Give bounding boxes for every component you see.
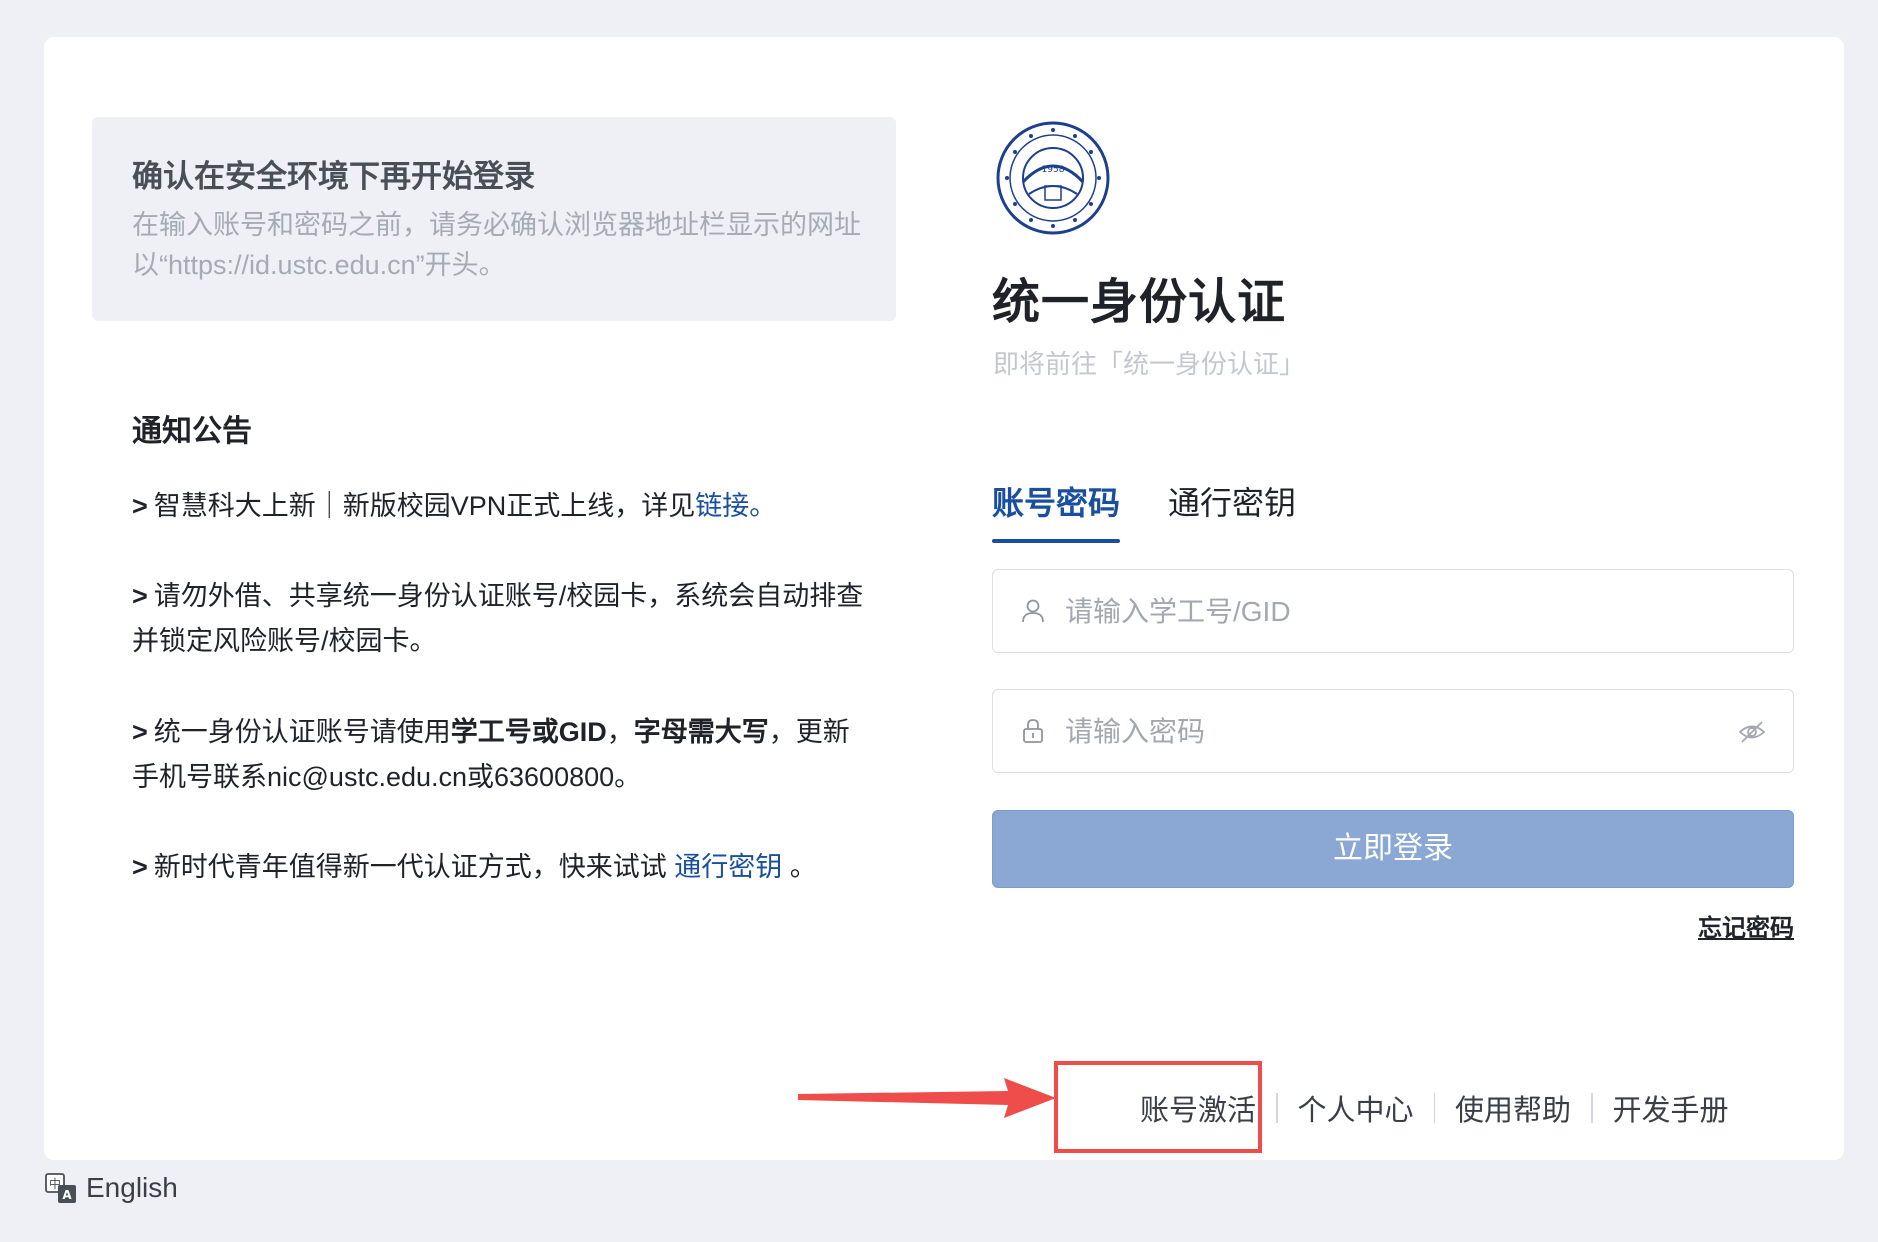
password-field[interactable] xyxy=(992,689,1794,774)
footer-link-developer-manual[interactable]: 开发手册 xyxy=(1593,1087,1749,1129)
seal-year: 1958 xyxy=(1042,165,1065,175)
notice-item-vpn: > 智慧科大上新｜新版校园VPN正式上线，详见链接。 xyxy=(132,484,872,529)
footer-link-help[interactable]: 使用帮助 xyxy=(1435,1087,1591,1129)
page-title: 统一身份认证 xyxy=(992,276,1287,329)
notice-text: 新时代青年值得新一代认证方式，快来试试 xyxy=(153,852,675,882)
notice-bold-text: 学工号或GID xyxy=(450,717,607,747)
footer-link-personal-center[interactable]: 个人中心 xyxy=(1278,1087,1434,1129)
security-notice-text: 在输入账号和密码之前，请务必确认浏览器地址栏显示的网址以“https://id.… xyxy=(132,210,861,280)
annotation-arrow-icon xyxy=(798,1078,1056,1118)
active-tab-indicator xyxy=(992,539,1120,543)
user-icon xyxy=(1022,599,1044,623)
notice-text: 。 xyxy=(782,852,817,882)
notice-bullet: > xyxy=(132,491,148,521)
notice-item-account-format: > 统一身份认证账号请使用学工号或GID，字母需大写，更新手机号联系nic@ust… xyxy=(132,710,872,800)
security-notice-title: 确认在安全环境下再开始登录 xyxy=(132,159,535,194)
notice-text: 请勿外借、共享统一身份认证账号/校园卡，系统会自动排查并锁定风险账号/校园卡。 xyxy=(132,581,864,656)
notice-bullet: > xyxy=(132,717,148,747)
tab-passkey[interactable]: 通行密钥 xyxy=(1168,478,1296,524)
username-field[interactable] xyxy=(992,569,1794,654)
translate-icon: 中 A xyxy=(45,1173,76,1203)
lock-icon xyxy=(1023,719,1043,743)
username-input[interactable] xyxy=(1063,570,1707,654)
page-subtitle: 即将前往「统一身份认证」 xyxy=(993,349,1306,379)
tab-account-password[interactable]: 账号密码 xyxy=(992,478,1120,524)
password-input[interactable] xyxy=(1063,690,1707,774)
notice-text: 智慧科大上新｜新版校园VPN正式上线，详见 xyxy=(153,491,696,521)
security-notice-box: 确认在安全环境下再开始登录 在输入账号和密码之前，请务必确认浏览器地址栏显示的网… xyxy=(92,117,896,321)
forgot-password-link[interactable]: 忘记密码 xyxy=(1698,908,1794,943)
notice-bullet: > xyxy=(132,581,148,611)
notice-text: 统一身份认证账号请使用 xyxy=(153,717,451,747)
notice-bullet: > xyxy=(132,852,148,882)
annotation-highlight-box xyxy=(1054,1061,1262,1153)
hide-password-eye-icon[interactable] xyxy=(1737,717,1767,747)
notice-title: 通知公告 xyxy=(132,415,252,448)
svg-text:A: A xyxy=(62,1188,72,1202)
notice-link-vpn[interactable]: 链接。 xyxy=(695,491,776,521)
notice-item-account-sharing: > 请勿外借、共享统一身份认证账号/校园卡，系统会自动排查并锁定风险账号/校园卡。 xyxy=(132,574,872,664)
notice-bold-text: 字母需大写 xyxy=(633,717,769,747)
language-label: English xyxy=(86,1172,178,1203)
notice-text: ， xyxy=(606,717,634,747)
notice-item-passkey: > 新时代青年值得新一代认证方式，快来试试 通行密钥 。 xyxy=(132,845,872,890)
university-seal-icon: 1958 xyxy=(996,121,1110,235)
notice-link-passkey[interactable]: 通行密钥 xyxy=(674,852,782,882)
login-button[interactable]: 立即登录 xyxy=(992,810,1794,888)
language-switch[interactable]: 中 A English xyxy=(44,1168,178,1208)
